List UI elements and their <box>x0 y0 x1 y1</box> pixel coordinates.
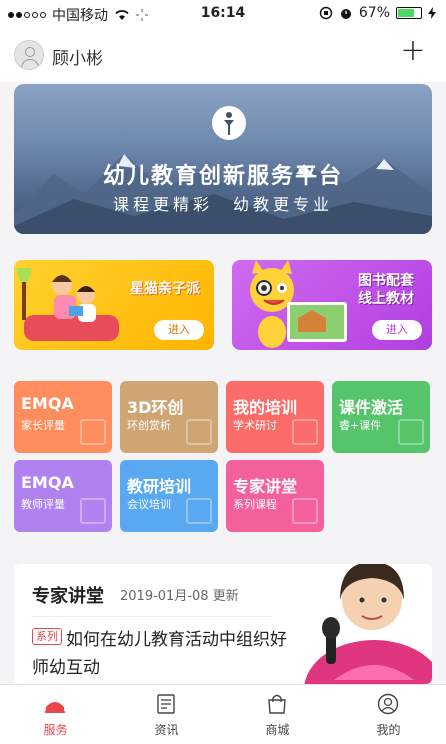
tab-service[interactable]: 服务 <box>0 685 111 744</box>
promo-title-books-line2: 线上教材 <box>358 291 414 307</box>
status-bar: 中国移动 16:14 67% <box>0 0 446 28</box>
avatar[interactable] <box>14 40 44 70</box>
news-icon <box>157 694 175 714</box>
promo-card-xingmao[interactable]: 星猫亲子派 进入 <box>14 260 214 350</box>
status-right: 67% <box>319 5 436 21</box>
alarm-icon <box>340 9 351 19</box>
tile-emqa-teacher[interactable]: EMQA 教师评量 <box>14 460 112 532</box>
tile-3d-environment[interactable]: 3D环创环创赏析 <box>120 381 218 453</box>
tile-title: 课件激活 <box>339 398 404 417</box>
expert-lecture-card[interactable]: 专家讲堂 2019-01月-08 更新 如何在幼儿教育活动中组织好师幼互动 系列 <box>14 564 432 684</box>
profile-icon <box>377 693 399 715</box>
tile-subtitle: 家长评量 <box>21 419 65 432</box>
tile-research-training[interactable]: 教研培训 会议培训 <box>120 460 218 532</box>
shop-icon <box>268 694 286 714</box>
username[interactable]: 顾小彬 <box>52 44 103 69</box>
tile-decoration-icon <box>292 498 318 524</box>
platform-logo <box>212 106 246 140</box>
tab-news[interactable]: 资讯 <box>111 685 222 744</box>
tile-title: EMQA <box>21 473 74 492</box>
service-icon <box>45 702 65 713</box>
plus-icon[interactable]: + <box>400 36 426 66</box>
promo-title-books-line1: 图书配套 <box>358 273 414 289</box>
tab-shop[interactable]: 商城 <box>222 685 333 744</box>
tile-title: 3D环创 <box>127 398 184 417</box>
tile-decoration-icon <box>398 419 424 445</box>
tile-title: 我的培训 <box>233 398 298 417</box>
tile-subtitle: 系列课程 <box>233 498 277 511</box>
charging-icon <box>428 7 436 19</box>
tile-courseware-activation[interactable]: 课件激活睿+课件 <box>332 381 430 453</box>
promo-title-books: 图书配套 线上教材 <box>358 272 414 308</box>
bottom-tab-bar: 服务 资讯 商城 我的 <box>0 684 446 744</box>
tile-emqa-parent[interactable]: EMQA 家长评量 <box>14 381 112 453</box>
tile-decoration-icon <box>186 419 212 445</box>
tile-subtitle: 学术研讨 <box>233 419 277 432</box>
banner-title: 幼儿教育创新服务平台 <box>102 164 343 189</box>
orientation-lock-icon <box>319 6 333 20</box>
tile-decoration-icon <box>186 498 212 524</box>
family-illustration <box>16 268 119 341</box>
series-tag: 系列 <box>32 628 62 645</box>
tile-my-training[interactable]: 我的培训 学术研讨 <box>226 381 324 453</box>
tile-decoration-icon <box>80 419 106 445</box>
tile-decoration-icon <box>292 419 318 445</box>
banner-subtitle: 课程更精彩 幼教更专业 <box>112 195 333 214</box>
promo-title-xingmao: 星猫亲子派 <box>130 281 200 297</box>
tile-title: 教研培训 <box>127 477 192 496</box>
tile-title: EMQA <box>21 394 74 413</box>
tab-service-label: 服务 <box>43 723 68 737</box>
battery-percent: 67% <box>358 5 390 21</box>
banner[interactable]: 幼儿教育创新服务平台 课程更精彩 幼教更专业 <box>14 84 432 234</box>
battery-icon <box>396 7 422 19</box>
expert-section-title: 专家讲堂 <box>32 586 104 607</box>
promo-card-books[interactable]: 图书配套 线上教材 进入 <box>232 260 432 350</box>
promo-enter-button[interactable]: 进入 <box>154 320 204 340</box>
tile-expert-lecture[interactable]: 专家讲堂 系列课程 <box>226 460 324 532</box>
app-header: 顾小彬 + <box>0 28 446 82</box>
tile-subtitle: 睿+课件 <box>339 419 382 432</box>
tile-title: 专家讲堂 <box>233 477 298 496</box>
tab-shop-label: 商城 <box>265 723 290 737</box>
tile-decoration-icon <box>80 498 106 524</box>
tile-subtitle: 环创赏析 <box>127 419 171 432</box>
tile-subtitle: 会议培训 <box>127 498 171 511</box>
promo-enter-button[interactable]: 进入 <box>372 320 422 340</box>
expert-portrait-image <box>304 564 432 684</box>
tile-subtitle: 教师评量 <box>21 498 65 511</box>
divider <box>32 616 272 617</box>
tab-profile[interactable]: 我的 <box>333 685 444 744</box>
tiger-mascot-illustration <box>250 260 347 348</box>
expert-headline[interactable]: 如何在幼儿教育活动中组织好师幼互动 <box>32 626 302 682</box>
tab-profile-label: 我的 <box>376 723 401 737</box>
expert-update-date: 2019-01月-08 更新 <box>120 589 239 604</box>
tab-news-label: 资讯 <box>154 723 179 737</box>
